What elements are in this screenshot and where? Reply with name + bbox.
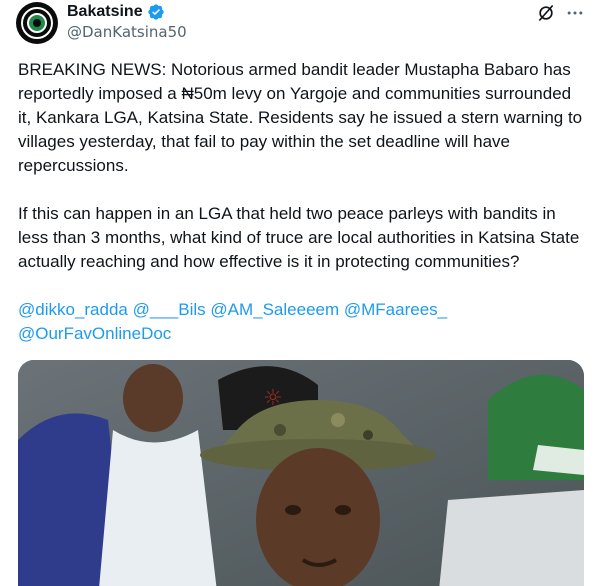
photo-content: ☼ [18,360,584,586]
tweet-paragraph-2: If this can happen in an LGA that held t… [18,204,580,271]
grok-icon[interactable] [536,3,556,23]
author-row: Bakatsine [67,2,165,22]
mention-link[interactable]: @dikko_radda [18,300,128,319]
more-icon[interactable] [565,3,585,23]
avatar-center [33,19,41,27]
mention-link[interactable]: @OurFavOnlineDoc [18,324,171,343]
mention-link[interactable]: @___Bils [133,300,206,319]
avatar[interactable] [16,2,58,44]
tweet-photo[interactable]: ☼ [18,360,584,586]
tweet-paragraph-1: BREAKING NEWS: Notorious armed bandit le… [18,60,583,175]
tweet-text: BREAKING NEWS: Notorious armed bandit le… [18,58,586,346]
tweet: Bakatsine @DanKatsina50 BREAKING NEWS: N… [0,0,600,586]
mention-link[interactable]: @MFaarees_ [344,300,447,319]
display-name[interactable]: Bakatsine [67,3,143,21]
mentions-line: @dikko_radda @___Bils @AM_Saleeeem @MFaa… [18,298,586,346]
verified-badge-icon [147,4,164,20]
handle[interactable]: @DanKatsina50 [67,23,187,41]
mention-link[interactable]: @AM_Saleeeem [210,300,339,319]
